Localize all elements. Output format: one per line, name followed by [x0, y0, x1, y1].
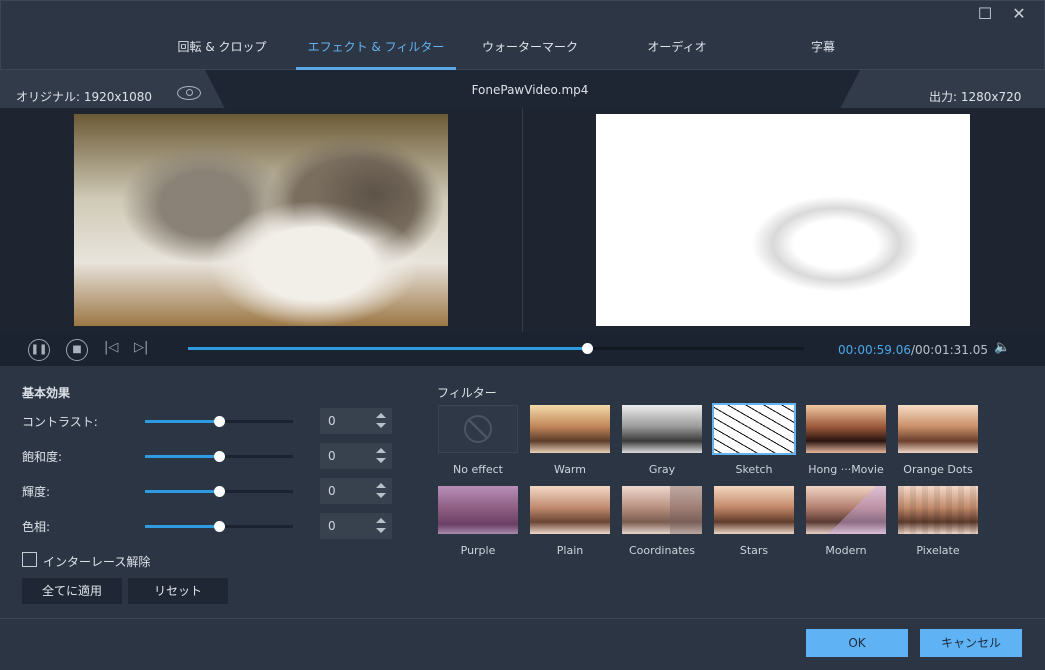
previous-frame-icon[interactable]: |◁	[104, 340, 118, 355]
filter-orange-dots-thumbnail[interactable]	[898, 405, 978, 453]
adjustment-value-input[interactable]: 0	[320, 408, 392, 434]
stop-icon[interactable]: ■	[66, 339, 88, 361]
filter-hong-movie-label: Hong ···Movie	[808, 463, 884, 476]
filter-gray-label: Gray	[648, 463, 676, 476]
tab-effects-filters[interactable]: エフェクト & フィルター	[296, 38, 456, 55]
ok-button[interactable]: OK	[806, 629, 908, 657]
decrement-icon[interactable]	[376, 493, 386, 498]
filter-gray-thumbnail[interactable]	[622, 405, 702, 453]
adjustment-slider-fill	[145, 455, 219, 458]
preview-divider	[522, 108, 523, 332]
adjustment-value: 0	[328, 484, 336, 498]
adjustment-label: コントラスト:	[22, 415, 98, 429]
pause-icon[interactable]: ❚❚	[28, 339, 50, 361]
filter-hong-movie-thumbnail[interactable]	[806, 405, 886, 453]
adjustment-value-input[interactable]: 0	[320, 513, 392, 539]
cancel-button[interactable]: キャンセル	[920, 629, 1022, 657]
decrement-icon[interactable]	[376, 458, 386, 463]
maximize-icon[interactable]: ☐	[974, 4, 996, 24]
tab-rotate-crop[interactable]: 回転 & クロップ	[142, 38, 302, 55]
progress-fill	[188, 347, 588, 350]
filter-plain-label: Plain	[556, 544, 584, 557]
time-display: 00:00:59.06/00:01:31.05	[838, 343, 988, 357]
filter-orange-dots-label: Orange Dots	[903, 463, 973, 476]
reset-button[interactable]: リセット	[128, 578, 228, 604]
decrement-icon[interactable]	[376, 423, 386, 428]
increment-icon[interactable]	[376, 483, 386, 488]
adjustment-value: 0	[328, 414, 336, 428]
original-resolution: オリジナル: 1920x1080	[16, 90, 153, 104]
adjustment-label: 色相:	[22, 520, 51, 534]
basic-effects-title: 基本効果	[22, 386, 71, 400]
next-frame-icon[interactable]: ▷|	[134, 340, 148, 355]
current-time: 00:00:59.06	[838, 343, 911, 357]
filter-coordinates-label: Coordinates	[628, 544, 696, 557]
filter-plain-thumbnail[interactable]	[530, 486, 610, 534]
adjustment-label: 輝度:	[22, 485, 51, 499]
deinterlace-label: インターレース解除	[43, 555, 151, 569]
adjustment-slider-fill	[145, 490, 219, 493]
original-preview-image	[74, 114, 448, 326]
filter-no-effect-thumbnail[interactable]	[438, 405, 518, 453]
decrement-icon[interactable]	[376, 528, 386, 533]
increment-icon[interactable]	[376, 518, 386, 523]
filter-pixelate-label: Pixelate	[916, 544, 960, 557]
output-resolution: 出力: 1280x720	[929, 90, 1022, 104]
tab-subtitle[interactable]: 字幕	[743, 38, 903, 55]
adjustment-slider-handle[interactable]	[214, 521, 225, 532]
filter-sketch-label: Sketch	[735, 463, 773, 476]
increment-icon[interactable]	[376, 413, 386, 418]
apply-all-button[interactable]: 全てに適用	[22, 578, 122, 604]
filter-pixelate-thumbnail[interactable]	[898, 486, 978, 534]
tab-audio[interactable]: オーディオ	[597, 38, 757, 55]
filename: FonePawVideo.mp4	[471, 83, 589, 97]
adjustment-label: 飽和度:	[22, 450, 63, 464]
filters-title: フィルター	[437, 386, 497, 400]
adjustment-value-input[interactable]: 0	[320, 478, 392, 504]
filter-warm-thumbnail[interactable]	[530, 405, 610, 453]
filter-stars-label: Stars	[739, 544, 769, 557]
filter-modern-thumbnail[interactable]	[806, 486, 886, 534]
filter-coordinates-thumbnail[interactable]	[622, 486, 702, 534]
adjustment-slider-handle[interactable]	[214, 416, 225, 427]
adjustment-slider-handle[interactable]	[214, 486, 225, 497]
adjustment-value-input[interactable]: 0	[320, 443, 392, 469]
total-time: /00:01:31.05	[910, 343, 989, 357]
close-icon[interactable]: ✕	[1008, 4, 1030, 24]
adjustment-slider-handle[interactable]	[214, 451, 225, 462]
adjustment-value: 0	[328, 519, 336, 533]
volume-icon[interactable]: 🔈	[994, 340, 1010, 355]
filter-warm-label: Warm	[554, 463, 586, 476]
no-effect-icon	[464, 415, 492, 443]
filter-modern-label: Modern	[825, 544, 867, 557]
filter-sketch-thumbnail[interactable]	[712, 403, 796, 455]
filter-purple-thumbnail[interactable]	[438, 486, 518, 534]
deinterlace-checkbox[interactable]	[22, 552, 37, 567]
increment-icon[interactable]	[376, 448, 386, 453]
output-preview-image	[596, 114, 970, 326]
adjustment-slider-fill	[145, 525, 219, 528]
filter-stars-thumbnail[interactable]	[714, 486, 794, 534]
filter-purple-label: Purple	[460, 544, 496, 557]
adjustment-value: 0	[328, 449, 336, 463]
tab-watermark[interactable]: ウォーターマーク	[450, 38, 610, 55]
adjustment-slider-fill	[145, 420, 219, 423]
filter-no-effect-label: No effect	[453, 463, 503, 476]
eye-icon[interactable]	[177, 86, 201, 100]
top-bar	[0, 0, 1045, 70]
